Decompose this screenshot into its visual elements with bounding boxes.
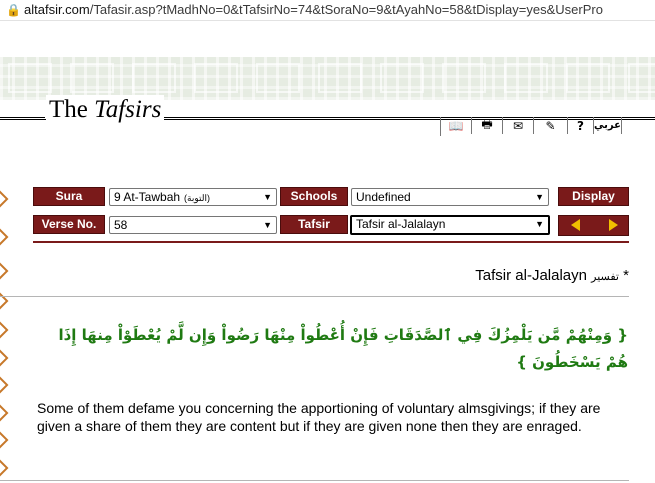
quran-verse-text: { وَمِنْهُمْ مَّن يَلْمِزُكَ فِي ٱلصَّدَ…	[58, 326, 628, 371]
bullet-diamond-icon	[0, 190, 9, 208]
schools-label: Schools	[280, 187, 348, 206]
form-divider	[33, 241, 629, 243]
bullet-diamond-icon	[0, 262, 9, 280]
chevron-down-icon: ▼	[263, 192, 272, 202]
next-arrow-icon[interactable]	[609, 219, 618, 231]
prev-arrow-icon[interactable]	[571, 219, 580, 231]
arabic-language-button[interactable]: عربي	[594, 117, 622, 134]
verse-label: Verse No.	[33, 215, 105, 234]
book-icon[interactable]: 📖	[441, 117, 472, 134]
sura-label: Sura	[33, 187, 105, 206]
print-icon[interactable]: 🖶	[472, 117, 503, 134]
schools-select[interactable]: Undefined ▼	[351, 188, 549, 206]
url-text[interactable]: altafsir.com/Tafasir.asp?tMadhNo=0&tTafs…	[24, 2, 603, 17]
tafsir-translation-text: Some of them defame you concerning the a…	[37, 400, 601, 434]
bullet-diamond-icon	[0, 404, 9, 422]
chevron-down-icon: ▼	[263, 220, 272, 230]
bullet-diamond-icon	[0, 349, 9, 367]
tafsir-label: Tafsir	[280, 215, 348, 234]
browser-address-bar[interactable]: 🔒 altafsir.com/Tafasir.asp?tMadhNo=0&tTa…	[0, 0, 655, 21]
bullet-diamond-icon	[0, 431, 9, 449]
help-icon[interactable]: ?	[568, 117, 594, 134]
tafsir-select[interactable]: Tafsir al-Jalalayn ▼	[350, 215, 550, 235]
bullet-diamond-icon	[0, 459, 9, 477]
edit-icon[interactable]: ✎	[534, 117, 568, 134]
verse-navigation	[558, 215, 629, 236]
bullet-diamond-icon	[0, 228, 9, 246]
verse-select[interactable]: 58 ▼	[109, 216, 277, 234]
chevron-down-icon: ▼	[535, 192, 544, 202]
tafsir-heading: Tafsir al-Jalalayn تفسير *	[475, 267, 629, 284]
decorative-banner	[0, 57, 655, 100]
site-brand[interactable]: The Tafsirs	[46, 95, 165, 125]
divider	[0, 480, 629, 481]
bullet-diamond-icon	[0, 321, 9, 339]
toolbar: 📖 🖶 ✉ ✎ ? عربي	[440, 117, 622, 136]
divider	[0, 296, 629, 297]
sura-select[interactable]: 9 At-Tawbah (التوبة) ▼	[109, 188, 277, 206]
display-button[interactable]: Display	[558, 187, 629, 206]
chevron-down-icon: ▼	[535, 219, 544, 229]
lock-icon: 🔒	[6, 3, 21, 17]
bullet-diamond-icon	[0, 376, 9, 394]
email-icon[interactable]: ✉	[503, 117, 534, 134]
